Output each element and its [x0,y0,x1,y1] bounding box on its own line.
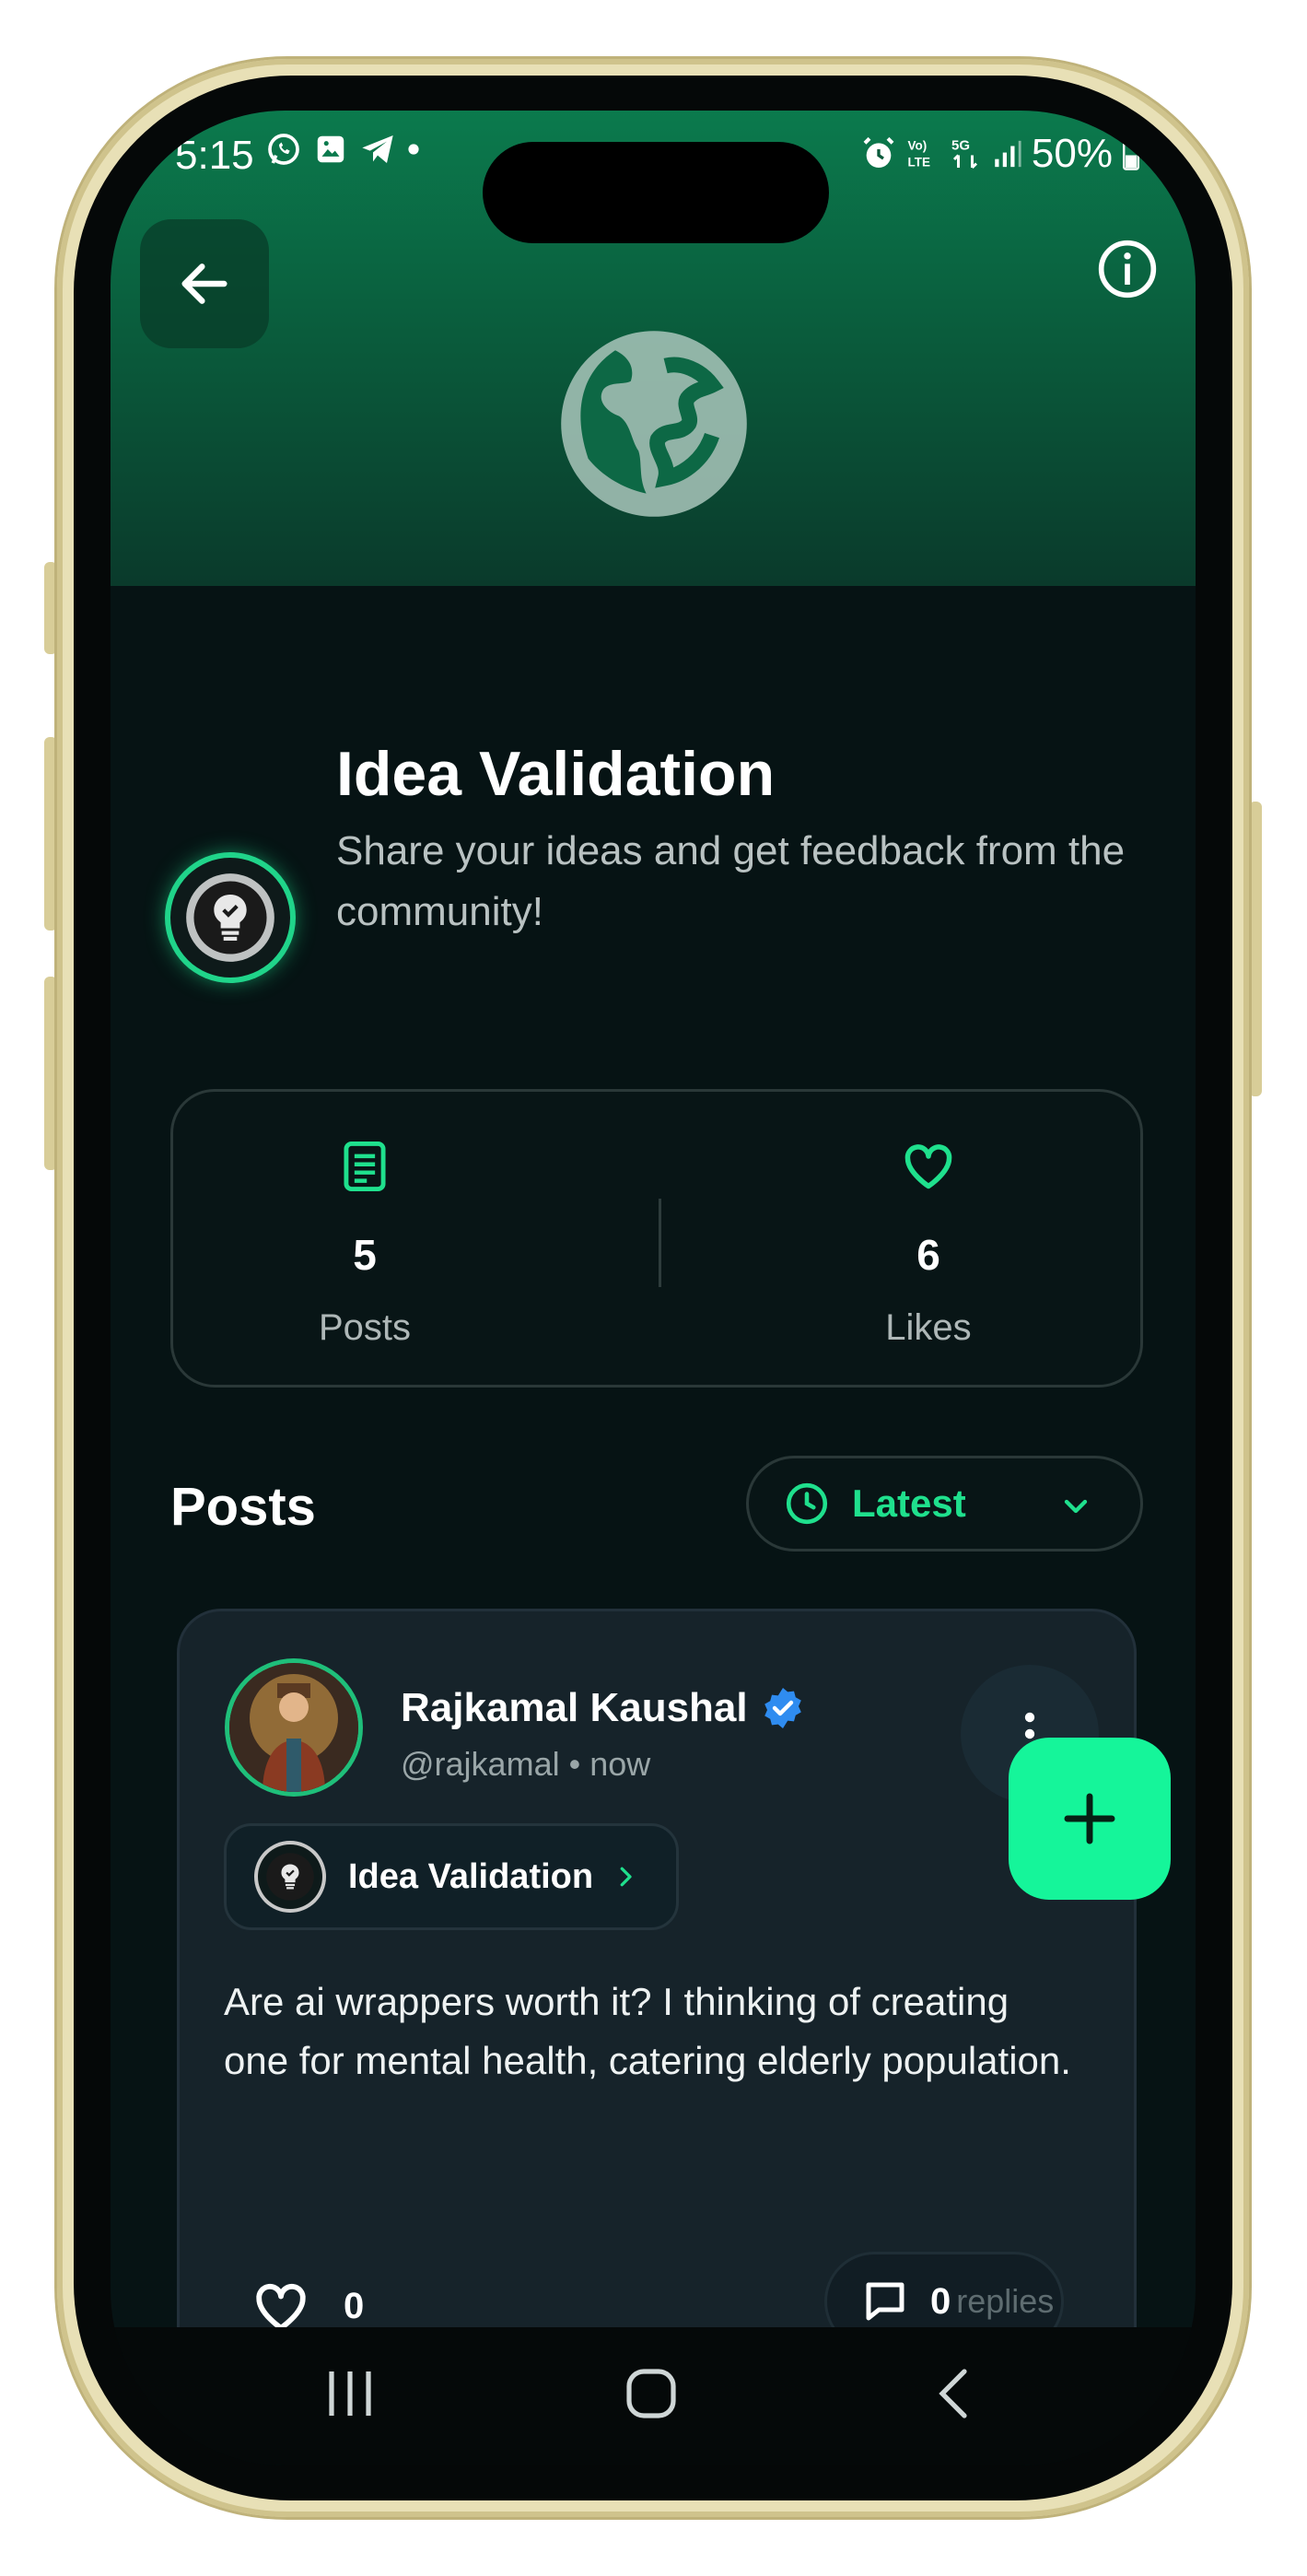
stat-posts: 5 Posts [181,1092,549,1349]
stat-likes-value: 6 [916,1231,940,1279]
community-avatar [170,858,290,978]
side-button-action [44,562,57,654]
status-bar: 5:15 Vo) LTE 5G 50% [111,111,1196,243]
svg-text:Vo): Vo) [907,139,927,153]
post-handle: @rajkamal • now [401,1745,651,1783]
stat-posts-label: Posts [318,1307,412,1348]
alarm-icon [863,136,894,168]
chip-label: Idea Validation [348,1856,594,1896]
status-time: 5:15 [175,133,254,178]
heart-icon [904,1144,952,1189]
status-system-icons: Vo) LTE 5G 50% [860,131,1140,177]
plus-icon [1064,1793,1115,1844]
phone-screen: 5:15 Vo) LTE 5G 50% Idea Validation Shar… [111,111,1196,2465]
volte-icon: Vo) LTE [907,139,930,170]
post-author[interactable]: Rajkamal Kaushal [401,1685,805,1731]
stat-likes-label: Likes [885,1307,972,1348]
avatar[interactable] [229,1663,358,1792]
comment-icon [866,2282,904,2321]
signal-icon [995,140,1021,168]
5g-icon: 5G [951,138,977,170]
post-body: Are ai wrappers worth it? I thinking of … [224,1980,1071,2082]
reply-count: 0 [930,2280,951,2322]
like-count: 0 [344,2285,365,2326]
document-icon [344,1142,386,1191]
stats-card: 5 Posts 6 Likes [170,1089,1143,1388]
side-button-power [1249,802,1262,1096]
back-button[interactable] [140,219,269,348]
sort-dropdown[interactable]: Latest [746,1456,1143,1551]
chip-avatar [258,1844,322,1909]
side-button-volume-down [44,977,57,1170]
dot-icon [408,144,419,155]
recent-apps-icon[interactable] [322,2364,378,2423]
arrow-left-icon [181,263,228,304]
side-button-volume-up [44,737,57,931]
globe-icon [561,331,747,517]
community-cover: 5:15 Vo) LTE 5G 50% [111,111,1196,586]
stat-likes: 6 Likes [744,1092,1113,1349]
battery-percent: 50% [1031,131,1113,176]
svg-text:LTE: LTE [907,156,930,170]
dynamic-island [483,142,829,243]
telegram-icon [362,135,393,163]
back-nav-icon[interactable] [930,2364,976,2423]
battery-icon [1123,137,1139,170]
system-nav-bar [111,2327,1196,2465]
chevron-right-icon [620,1867,632,1887]
community-description: Share your ideas and get feedback from t… [336,828,1126,934]
status-notification-icons [265,131,420,168]
gallery-icon [317,135,344,163]
author-name: Rajkamal Kaushal [401,1685,748,1730]
info-icon[interactable] [1096,238,1159,300]
reply-label: replies [956,2282,1055,2320]
community-title: Idea Validation [336,739,776,809]
like-button[interactable]: 0 [251,2279,364,2333]
create-post-button[interactable] [1009,1738,1171,1900]
post-card[interactable]: Rajkamal Kaushal @rajkamal • now Idea Va… [177,1609,1137,2394]
home-icon[interactable] [622,2364,681,2423]
svg-text:5G: 5G [951,138,970,154]
author-avatar-illustration [229,1663,358,1792]
clock-icon [786,1482,828,1525]
stats-divider [659,1199,661,1287]
lightbulb-icon [186,873,274,962]
verified-badge-icon [764,1688,801,1728]
lightbulb-icon [266,1853,314,1901]
heart-icon [256,2284,306,2331]
stat-posts-value: 5 [353,1231,377,1279]
posts-heading: Posts [170,1477,316,1537]
whatsapp-icon [268,134,299,165]
chevron-down-icon [1064,1499,1088,1514]
community-chip[interactable]: Idea Validation [224,1823,679,1930]
sort-label: Latest [852,1481,966,1525]
